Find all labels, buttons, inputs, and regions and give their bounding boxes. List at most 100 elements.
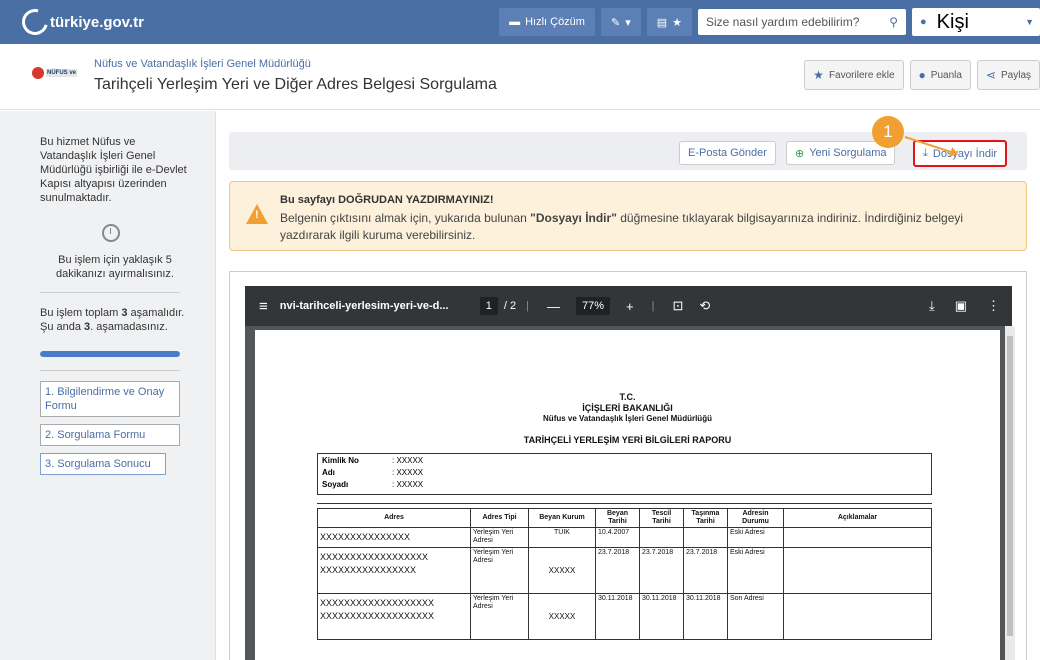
logo-emblem-icon <box>17 4 53 40</box>
cell-beyan: 10.4.2007 <box>595 527 640 548</box>
warning-body: Belgenin çıktısını almak için, yukarıda … <box>280 211 964 242</box>
step-status-text: Bu işlem toplam 3 aşamalıdır. Şu anda 3.… <box>40 307 185 333</box>
scrollbar-thumb[interactable] <box>1007 336 1013 636</box>
identity-box: Kimlik No: XXXXX Adı: XXXXX Soyadı: XXXX… <box>317 453 932 495</box>
cell-durum: Son Adresi <box>727 593 784 640</box>
warning-title: Bu sayfayı DOĞRUDAN YAZDIRMAYINIZ! <box>280 194 494 206</box>
chat-icon: ▬ <box>509 16 521 28</box>
org-emblem-icon <box>32 67 44 79</box>
warning-icon: ! <box>246 204 268 224</box>
favorites-label: Favorilere ekle <box>828 69 895 81</box>
cell-aciklama <box>783 593 932 640</box>
share-label: Paylaş <box>1000 69 1031 81</box>
rate-label: Puanla <box>930 69 962 81</box>
step-item-3[interactable]: 3. Sorgulama Sonucu <box>40 453 166 475</box>
cell-tasinma <box>683 527 728 548</box>
pdf-page: T.C. İÇİŞLERİ BAKANLIĞI Nüfus ve Vatanda… <box>255 330 1000 660</box>
zoom-in-icon[interactable]: + <box>626 299 634 314</box>
zoom-level-input[interactable]: 77% <box>575 297 611 315</box>
search-input[interactable]: Size nasıl yardım edebilirim? ⚲ <box>698 9 906 35</box>
search-icon[interactable]: ⚲ <box>889 15 898 29</box>
site-logo[interactable]: türkiye.gov.tr <box>17 4 144 40</box>
plus-circle-icon: ⊕ <box>795 147 805 160</box>
quick-solution-button[interactable]: ▬ Hızlı Çözüm <box>499 8 595 36</box>
star-icon: ★ <box>672 16 682 29</box>
page-number-input[interactable]: 1 <box>479 297 498 315</box>
doc-org: Nüfus ve Vatandaşlık İşleri Genel Müdürl… <box>543 414 712 423</box>
card-star-button[interactable]: ▤ ★ <box>646 8 692 36</box>
action-bar: E-Posta Gönder ⊕ Yeni Sorgulama ⤓ Dosyayı … <box>229 116 1027 170</box>
fit-page-icon[interactable]: ⊡ <box>672 298 683 314</box>
pdf-toolbar: ≡ nvi-tarihceli-yerlesim-yeri-ve-d... 1 … <box>245 286 1012 326</box>
cell-tip: Yerleşim Yeri Adresi <box>470 547 529 594</box>
cell-aciklama <box>783 527 932 548</box>
cell-tescil: 30.11.2018 <box>639 593 684 640</box>
quick-solution-label: Hızlı Çözüm <box>525 16 585 28</box>
col-header: Taşınma Tarihi <box>683 508 728 528</box>
add-favorites-button[interactable]: ★ Favorilere ekle <box>804 60 904 90</box>
divider <box>40 370 180 371</box>
user-label: Kişi <box>936 10 969 33</box>
doc-ministry: İÇİŞLERİ BAKANLIĞI <box>582 403 673 413</box>
speech-bubble-icon: ● <box>918 68 926 82</box>
table-row: XXXXXXXXXXXXXXX Yerleşim Yeri Adresi TÜİ… <box>317 527 932 548</box>
step-item-2[interactable]: 2. Sorgulama Formu <box>40 424 180 446</box>
address-history-table: Adres Adres Tipi Beyan Kurum Beyan Tarih… <box>317 508 932 640</box>
logo-text: türkiye.gov.tr <box>50 13 144 31</box>
download-icon: ⤓ <box>923 147 928 159</box>
cell-tasinma: 30.11.2018 <box>683 593 728 640</box>
service-info-text: Bu hizmet Nüfus ve Vatandaşlık İşleri Ge… <box>40 136 187 204</box>
rotate-icon[interactable]: ⟲ <box>699 298 710 314</box>
toolbar-separator: | <box>526 300 529 312</box>
cell-adres: XXXXXXXXXXXXXXXXXXX XXXXXXXXXXXXXXXXXXX <box>317 593 471 640</box>
chevron-down-icon: ▾ <box>625 16 631 29</box>
cell-kurum: XXXXX <box>528 593 596 640</box>
cell-tescil: 23.7.2018 <box>639 547 684 594</box>
doc-separator <box>317 503 932 504</box>
print-icon[interactable]: ▣ <box>955 298 967 314</box>
send-email-button[interactable]: E-Posta Gönder <box>679 141 776 165</box>
top-bar: türkiye.gov.tr ▬ Hızlı Çözüm ✎ ▾ ▤ ★ Siz… <box>0 0 1040 44</box>
toolbar-separator: | <box>651 300 655 312</box>
col-header: Adres Tipi <box>470 508 529 528</box>
id-card-icon: ▤ <box>656 16 668 29</box>
cell-adres: XXXXXXXXXXXXXXX <box>317 527 471 548</box>
col-header: Adres <box>317 508 471 528</box>
new-query-label: Yeni Sorgulama <box>809 147 887 159</box>
more-options-icon[interactable]: ⋮ <box>987 298 1000 314</box>
rate-button[interactable]: ● Puanla <box>909 60 971 90</box>
menu-icon[interactable]: ≡ <box>259 298 268 315</box>
step-list: 1. Bilgilendirme ve Onay Formu 2. Sorgul… <box>40 381 180 482</box>
doc-tc: T.C. <box>619 392 636 402</box>
doc-report-title: TARİHÇELİ YERLEŞİM YERİ BİLGİLERİ RAPORU <box>523 435 732 445</box>
user-menu[interactable]: ● Kişi ▼ <box>912 8 1040 36</box>
table-row: XXXXXXXXXXXXXXXXXXX XXXXXXXXXXXXXXXXXXX … <box>317 593 932 640</box>
cell-beyan: 30.11.2018 <box>595 593 640 640</box>
col-header: Tescil Tarihi <box>639 508 684 528</box>
step-progress-bar <box>40 351 180 357</box>
cell-adres: XXXXXXXXXXXXXXXXXX XXXXXXXXXXXXXXXX <box>317 547 471 594</box>
cell-beyan: 23.7.2018 <box>595 547 640 594</box>
progress-fill <box>40 351 180 357</box>
cell-durum: Eski Adresi <box>727 547 784 594</box>
user-icon: ● <box>920 16 927 28</box>
cell-kurum: XXXXX <box>528 547 596 594</box>
col-header: Adresin Durumu <box>727 508 784 528</box>
col-header: Beyan Kurum <box>528 508 596 528</box>
col-header: Açıklamalar <box>783 508 932 528</box>
download-icon[interactable]: ⤓ <box>929 298 935 314</box>
share-icon: ⋖ <box>985 68 996 82</box>
tools-dropdown-button[interactable]: ✎ ▾ <box>600 8 641 36</box>
star-icon: ★ <box>813 68 824 82</box>
service-org-link[interactable]: Nüfus ve Vatandaşlık İşleri Genel Müdürl… <box>94 58 311 70</box>
wrench-icon: ✎ <box>610 16 621 29</box>
step-item-1[interactable]: 1. Bilgilendirme ve Onay Formu <box>40 381 180 417</box>
page-total: / 2 <box>503 300 517 312</box>
share-button[interactable]: ⋖ Paylaş <box>976 60 1040 90</box>
send-email-label: E-Posta Gönder <box>688 147 767 159</box>
zoom-out-icon[interactable]: — <box>547 299 560 314</box>
pdf-scrollbar[interactable] <box>1005 326 1015 660</box>
print-warning-alert: ! Bu sayfayı DOĞRUDAN YAZDIRMAYINIZ! Bel… <box>229 181 1027 251</box>
identity-row: Kimlik No: XXXXX <box>322 456 424 465</box>
cell-tip: Yerleşim Yeri Adresi <box>470 593 529 640</box>
